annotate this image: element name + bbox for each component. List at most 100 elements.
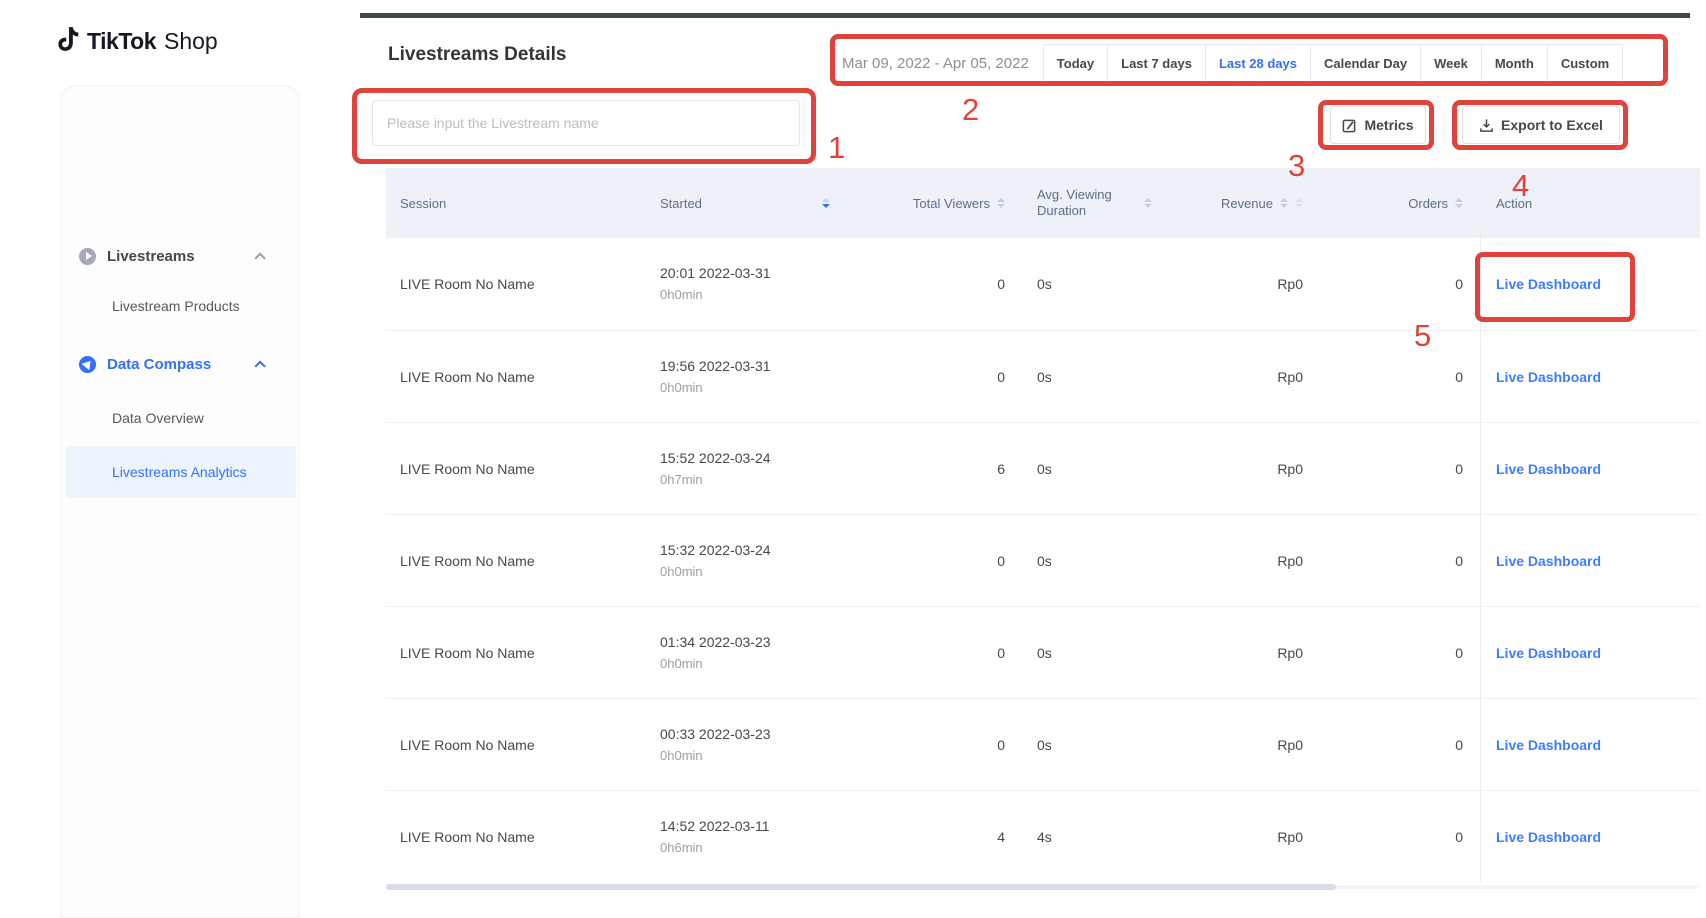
edit-icon [1342,118,1357,133]
live-dashboard-link[interactable]: Live Dashboard [1496,369,1601,385]
sidebar-item-livestream-products[interactable]: Livestream Products [66,288,296,324]
started-time: 00:33 2022-03-23 [660,724,771,745]
annotation-number-4: 4 [1512,168,1529,204]
orders-cell: 0 [1310,699,1480,790]
sidebar-item-label: Livestreams [107,248,195,265]
orders-cell: 0 [1310,423,1480,514]
chevron-up-icon[interactable] [254,360,265,371]
sort-icon[interactable] [1280,198,1288,208]
range-button-last-7-days[interactable]: Last 7 days [1107,45,1205,81]
orders-cell: 0 [1310,238,1480,330]
revenue-cell: Rp0 [1190,331,1310,422]
annotation-number-5: 5 [1414,318,1431,354]
avg-viewing-duration-cell: 0s [1005,699,1190,790]
total-viewers-cell: 0 [840,515,1005,606]
sort-descending-icon[interactable] [822,198,830,208]
table-row: LIVE Room No Name20:01 2022-03-310h0min0… [386,238,1700,330]
total-viewers-cell: 0 [840,331,1005,422]
sidebar-subitem-label: Livestreams Analytics [112,464,247,480]
tiktok-shop-logo: TikTok Shop [55,26,218,56]
session-cell: LIVE Room No Name [386,791,640,882]
started-time: 14:52 2022-03-11 [660,816,770,837]
chevron-up-icon[interactable] [254,252,265,263]
session-cell: LIVE Room No Name [386,607,640,698]
column-header-orders[interactable]: Orders [1310,168,1480,238]
annotation-number-1: 1 [828,130,845,166]
action-cell: Live Dashboard [1480,699,1700,790]
horizontal-scrollbar-thumb[interactable] [386,884,1336,890]
date-range-value[interactable]: Mar 09, 2022 - Apr 05, 2022 [842,55,1029,72]
column-header-session[interactable]: Session [386,168,640,238]
live-dashboard-link[interactable]: Live Dashboard [1496,829,1601,845]
sort-icon[interactable] [997,198,1005,208]
avg-viewing-duration-cell: 0s [1005,515,1190,606]
live-dashboard-link[interactable]: Live Dashboard [1496,553,1601,569]
stream-duration: 0h0min [660,561,703,582]
table-row: LIVE Room No Name15:52 2022-03-240h7min6… [386,422,1700,514]
sidebar: Livestreams Livestream Products Data Com… [60,85,300,918]
column-header-started[interactable]: Started [640,168,840,238]
action-cell: Live Dashboard [1480,238,1700,330]
session-cell: LIVE Room No Name [386,423,640,514]
brand-suffix: Shop [164,28,218,55]
table-row: LIVE Room No Name 15:32 2022-03-240h0min 0… [386,514,1700,606]
range-button-custom[interactable]: Custom [1547,45,1622,81]
avg-viewing-duration-cell: 0s [1005,423,1190,514]
range-button-calendar-day[interactable]: Calendar Day [1310,45,1420,81]
annotation-number-3: 3 [1288,148,1305,184]
column-header-avg-viewing-duration[interactable]: Avg. Viewing Duration [1005,168,1190,238]
range-button-month[interactable]: Month [1481,45,1547,81]
live-dashboard-link[interactable]: Live Dashboard [1496,276,1601,292]
date-filter-bar: Mar 09, 2022 - Apr 05, 2022 TodayLast 7 … [842,44,1623,82]
range-button-today[interactable]: Today [1044,45,1107,81]
avg-viewing-duration-cell: 0s [1005,607,1190,698]
session-cell: LIVE Room No Name [386,699,640,790]
sidebar-item-label: Data Compass [107,356,211,373]
session-cell: LIVE Room No Name [386,515,640,606]
range-button-last-28-days[interactable]: Last 28 days [1205,45,1310,81]
sidebar-item-data-compass[interactable]: Data Compass [66,342,296,386]
stream-duration: 0h0min [660,377,703,398]
live-dashboard-link[interactable]: Live Dashboard [1496,737,1601,753]
sidebar-subitem-label: Livestream Products [112,298,240,314]
export-to-excel-button[interactable]: Export to Excel [1462,106,1620,144]
column-header-total-viewers[interactable]: Total Viewers [840,168,1005,238]
top-divider-strip [360,13,1690,18]
total-viewers-cell: 0 [840,699,1005,790]
sort-icon[interactable] [1144,198,1152,208]
stream-duration: 0h0min [660,284,703,305]
table-row: LIVE Room No Name00:33 2022-03-230h0min0… [386,698,1700,790]
livestreams-analytics-page: TikTok Shop Livestreams Livestream Produ… [0,0,1706,918]
live-dashboard-link[interactable]: Live Dashboard [1496,461,1601,477]
compass-icon [79,356,96,373]
live-dashboard-link[interactable]: Live Dashboard [1496,645,1601,661]
sort-icon-secondary [1295,198,1303,208]
revenue-cell: Rp0 [1190,423,1310,514]
sidebar-item-livestreams-analytics[interactable]: Livestreams Analytics [66,454,296,490]
stream-duration: 0h0min [660,653,703,674]
action-cell: Live Dashboard [1480,331,1700,422]
table-row: LIVE Room No Name01:34 2022-03-230h0min0… [386,606,1700,698]
metrics-button[interactable]: Metrics [1330,106,1426,144]
sidebar-item-livestreams[interactable]: Livestreams [66,234,296,278]
sort-icon[interactable] [1455,198,1463,208]
annotation-number-2: 2 [962,92,979,128]
action-cell: Live Dashboard [1480,515,1700,606]
revenue-cell: Rp0 [1190,791,1310,882]
search-input[interactable] [372,100,800,146]
export-button-label: Export to Excel [1501,117,1603,133]
started-cell: 01:34 2022-03-230h0min [640,607,840,698]
page-title: Livestreams Details [388,44,567,66]
stream-duration: 0h7min [660,469,703,490]
session-cell: LIVE Room No Name [386,331,640,422]
metrics-button-label: Metrics [1364,117,1413,133]
sidebar-item-data-overview[interactable]: Data Overview [66,400,296,436]
started-cell: 19:56 2022-03-310h0min [640,331,840,422]
range-button-week[interactable]: Week [1420,45,1481,81]
sidebar-subitem-label: Data Overview [112,410,204,426]
started-time: 01:34 2022-03-23 [660,632,771,653]
avg-viewing-duration-cell: 0s [1005,331,1190,422]
started-cell: 00:33 2022-03-230h0min [640,699,840,790]
started-time: 15:32 2022-03-24 [660,540,771,561]
stream-duration: 0h0min [660,745,703,766]
